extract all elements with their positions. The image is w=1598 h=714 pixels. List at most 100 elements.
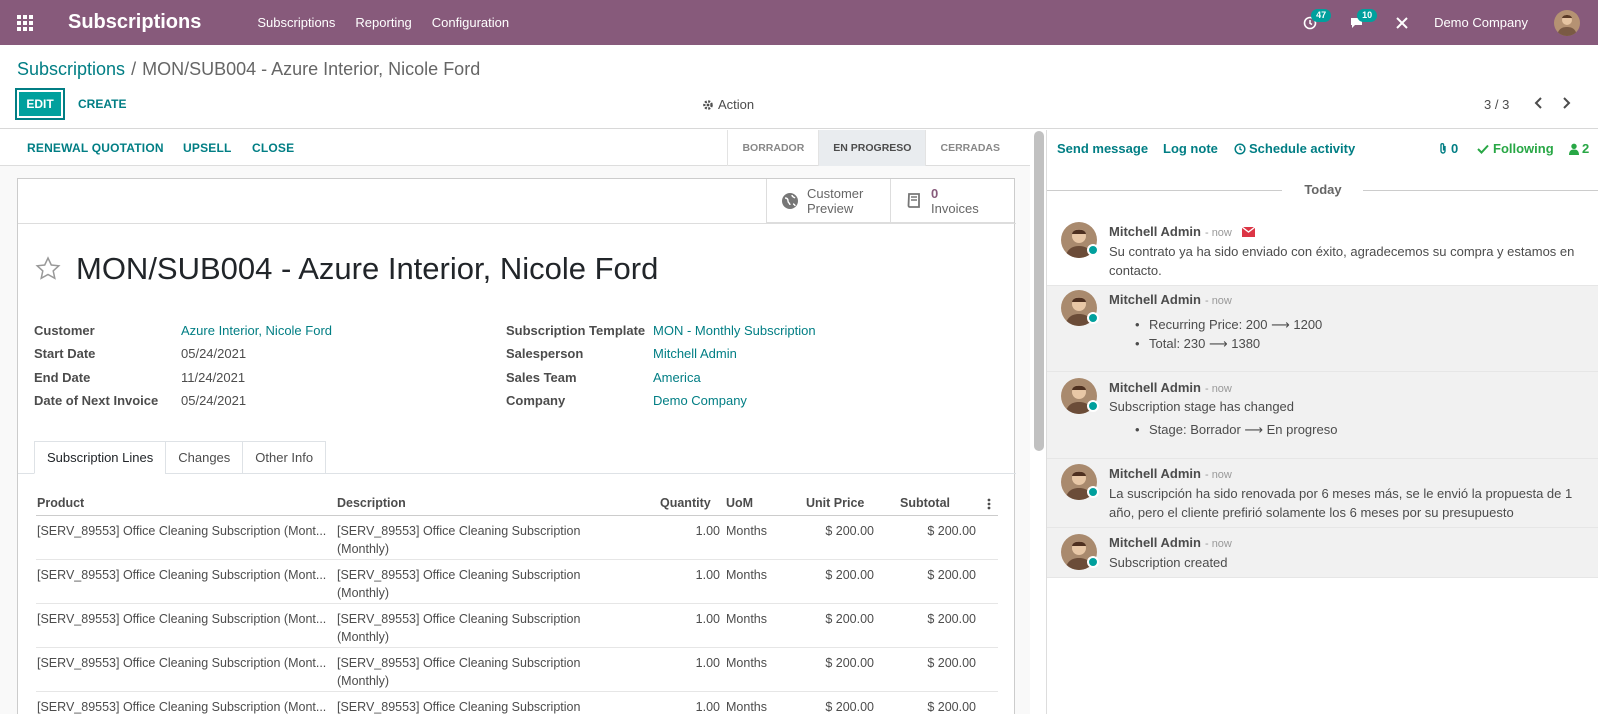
breadcrumb: Subscriptions / MON/SUB004 - Azure Interio… [17,59,480,80]
create-button[interactable]: CREATE [78,89,126,119]
following-button[interactable]: Following [1477,141,1554,156]
invoices-button[interactable]: 0 Invoices [890,179,1014,223]
envelope-icon [1241,226,1255,237]
smart-button-box: Customer Preview 0 Invoices [766,179,1014,223]
cell-product: [SERV_89553] Office Cleaning Subscriptio… [37,524,327,538]
following-label: Following [1493,141,1554,156]
table-row[interactable]: [SERV_89553] Office Cleaning Subscriptio… [36,604,998,648]
tracking-value: Recurring Price: 200 ⟶ 1200 [1135,317,1322,333]
apps-menu-icon[interactable] [0,0,50,45]
activity-clock-icon[interactable]: 47 [1300,8,1332,33]
cell-quantity: 1.00 [695,568,720,582]
close-button[interactable]: CLOSE [252,141,294,155]
stage-borrador[interactable]: BORRADOR [727,130,818,166]
stage-cerradas[interactable]: CERRADAS [925,130,1014,166]
message-body: Su contrato ya ha sido enviado con éxito… [1109,244,1575,278]
schedule-activity-button[interactable]: Schedule activity [1234,141,1355,156]
cell-quantity: 1.00 [695,524,720,538]
cell-unit-price: $ 200.00 [825,568,874,582]
stage-pipeline: BORRADOR EN PROGRESO CERRADAS [727,130,1014,166]
schedule-activity-label: Schedule activity [1249,141,1356,156]
next-invoice-value: 05/24/2021 [181,393,247,408]
message-author[interactable]: Mitchell Admin - now [1109,292,1232,307]
customer-preview-button[interactable]: Customer Preview [766,179,890,223]
tab-other-info[interactable]: Other Info [242,441,327,474]
company-switcher[interactable]: Demo Company [1434,15,1528,30]
cell-uom: Months [726,524,767,538]
next-invoice-label: Date of Next Invoice [34,393,159,408]
pager-value[interactable]: 3 / 3 [1484,97,1509,112]
salesperson-label: Salesperson [506,346,584,361]
salesperson-value[interactable]: Mitchell Admin [653,346,737,361]
send-message-button[interactable]: Send message [1057,141,1148,156]
navbar-systray: 47 10 Demo Company [1300,0,1598,45]
template-value[interactable]: MON - Monthly Subscription [653,323,816,338]
message-time: - now [1204,538,1232,550]
online-status-icon [1087,400,1099,412]
customer-preview-line2: Preview [807,201,854,216]
cell-subtotal: $ 200.00 [927,612,976,626]
company-value[interactable]: Demo Company [653,393,747,408]
menu-subscriptions[interactable]: Subscriptions [257,15,335,30]
followers-button[interactable]: 2 [1569,141,1589,156]
col-description[interactable]: Description [337,496,406,510]
customer-preview-line1: Customer [807,186,864,201]
breadcrumb-parent-link[interactable]: Subscriptions [17,59,125,79]
pager-previous-icon[interactable] [1533,96,1545,110]
table-row[interactable]: [SERV_89553] Office Cleaning Subscriptio… [36,692,998,714]
start-date-value: 05/24/2021 [181,346,247,361]
online-status-icon [1087,244,1099,256]
sales-team-label: Sales Team [506,370,577,385]
cell-uom: Months [726,656,767,670]
table-row[interactable]: [SERV_89553] Office Cleaning Subscriptio… [36,516,998,560]
table-body: [SERV_89553] Office Cleaning Subscriptio… [36,516,998,714]
column-options-icon[interactable] [987,498,991,510]
table-row[interactable]: [SERV_89553] Office Cleaning Subscriptio… [36,648,998,692]
cell-product: [SERV_89553] Office Cleaning Subscriptio… [37,700,327,714]
message-author[interactable]: Mitchell Admin - now [1109,466,1232,481]
main-menu: Subscriptions Reporting Configuration [257,15,509,30]
chatter-panel: Send message Log note Schedule activity … [1046,130,1598,714]
attachments-button[interactable]: 0 [1438,141,1458,156]
col-quantity[interactable]: Quantity [660,496,711,510]
edit-button[interactable]: EDIT [16,89,64,119]
col-unit-price[interactable]: Unit Price [806,496,864,510]
menu-reporting[interactable]: Reporting [355,15,411,30]
log-note-button[interactable]: Log note [1163,141,1218,156]
user-avatar[interactable] [1554,9,1580,36]
message-author[interactable]: Mitchell Admin - now [1109,535,1232,550]
sales-team-value[interactable]: America [653,370,701,385]
form-scrollbar[interactable] [1034,131,1044,451]
table-header: Product Description Quantity UoM Unit Pr… [36,487,998,516]
action-dropdown[interactable]: Action [702,97,754,112]
cell-quantity: 1.00 [695,700,720,714]
cell-subtotal: $ 200.00 [927,656,976,670]
chatter-topbar: Send message Log note Schedule activity … [1047,130,1598,166]
today-separator: Today [1304,182,1342,197]
menu-configuration[interactable]: Configuration [432,15,509,30]
cell-description-line1: [SERV_89553] Office Cleaning Subscriptio… [337,524,581,538]
pager-next-icon[interactable] [1560,96,1572,110]
stage-en-progreso[interactable]: EN PROGRESO [818,130,926,166]
table-row[interactable]: [SERV_89553] Office Cleaning Subscriptio… [36,560,998,604]
tab-subscription-lines[interactable]: Subscription Lines [34,441,167,474]
upsell-button[interactable]: UPSELL [183,141,232,155]
customer-value[interactable]: Azure Interior, Nicole Ford [181,323,332,338]
online-status-icon [1087,312,1099,324]
star-icon[interactable] [34,255,62,283]
col-uom[interactable]: UoM [726,496,753,510]
message-author[interactable]: Mitchell Admin - now [1109,380,1232,395]
debug-tools-icon[interactable] [1392,13,1412,33]
col-product[interactable]: Product [37,496,84,510]
tab-changes[interactable]: Changes [165,441,244,474]
col-subtotal[interactable]: Subtotal [900,496,950,510]
cell-product: [SERV_89553] Office Cleaning Subscriptio… [37,656,327,670]
message-count-badge: 10 [1357,8,1378,22]
cell-description-line1: [SERV_89553] Office Cleaning Subscriptio… [337,700,581,714]
message-time: - now [1204,469,1232,481]
cell-unit-price: $ 200.00 [825,700,874,714]
renewal-quotation-button[interactable]: RENEWAL QUOTATION [27,141,164,155]
message-author[interactable]: Mitchell Admin - now [1109,224,1255,239]
messages-chat-icon[interactable]: 10 [1346,8,1378,33]
cell-product: [SERV_89553] Office Cleaning Subscriptio… [37,612,327,626]
